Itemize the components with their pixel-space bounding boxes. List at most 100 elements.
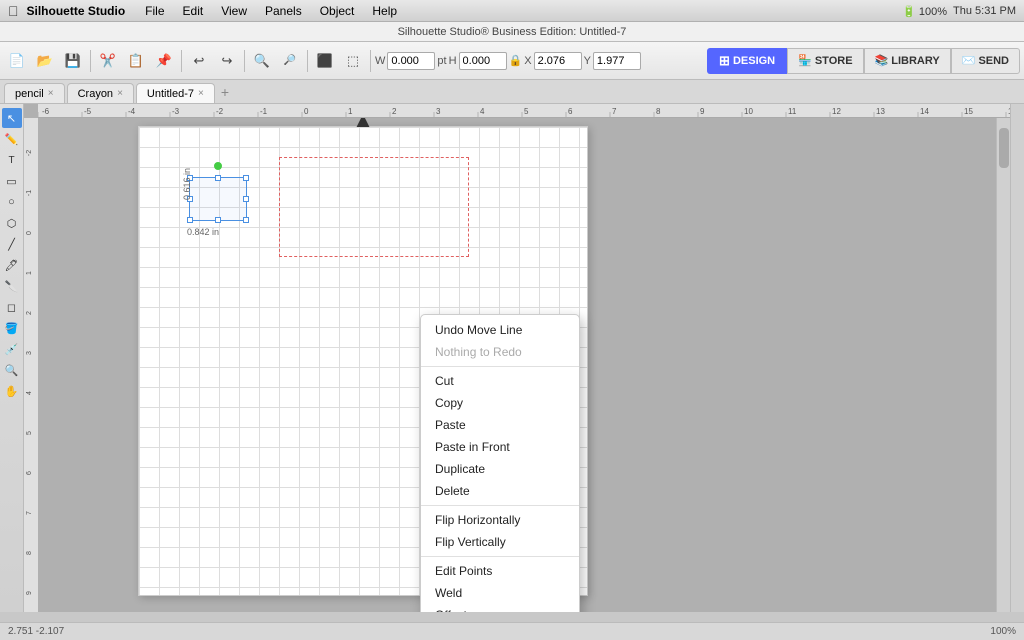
- ctx-paste-in-front[interactable]: Paste in Front: [421, 436, 579, 458]
- draw-tool[interactable]: ✏️: [2, 129, 22, 149]
- handle-bl[interactable]: [187, 217, 193, 223]
- x-input[interactable]: [534, 52, 582, 70]
- menu-view[interactable]: View: [213, 2, 255, 20]
- y-input[interactable]: [593, 52, 641, 70]
- zoom-in-btn[interactable]: 🔍: [249, 48, 275, 74]
- ellipse-tool[interactable]: ○: [2, 192, 22, 212]
- toolbox: ↖ ✏️ T ▭ ○ ⬡ ╱ 🖊 🔪 ◻ 🪣 💉 🔍 ✋: [0, 104, 24, 612]
- handle-mr[interactable]: [243, 196, 249, 202]
- menu-object[interactable]: Object: [312, 2, 363, 20]
- selected-shape[interactable]: [189, 177, 247, 221]
- tab-crayon-close[interactable]: ×: [117, 88, 123, 99]
- ruler-left: -2 -1 0 1 2 3 4 5 6 7 8 9: [24, 118, 38, 612]
- handle-bm[interactable]: [215, 217, 221, 223]
- svg-text:1: 1: [26, 271, 33, 275]
- svg-text:15: 15: [964, 107, 973, 116]
- fill-tool[interactable]: 🪣: [2, 318, 22, 338]
- svg-text:4: 4: [480, 107, 485, 116]
- ctx-offset[interactable]: Offset: [421, 604, 579, 612]
- polygon-tool[interactable]: ⬡: [2, 213, 22, 233]
- menu-edit[interactable]: Edit: [175, 2, 212, 20]
- menu-help[interactable]: Help: [364, 2, 405, 20]
- line-tool[interactable]: ╱: [2, 234, 22, 254]
- ruler-top: -6 -5 -4 -3 -2 -1 0 1 2: [38, 104, 1010, 118]
- handle-tr[interactable]: [243, 175, 249, 181]
- toolbar: 📄 📂 💾 ✂️ 📋 📌 ↩ ↪ 🔍 🔎 ⬛ ⬚ W pt H 🔒 X Y ⊞ …: [0, 42, 1024, 80]
- svg-text:5: 5: [524, 107, 529, 116]
- design-button[interactable]: ⊞ DESIGN: [707, 48, 787, 74]
- send-button[interactable]: ✉️ SEND: [951, 48, 1020, 74]
- ctx-duplicate[interactable]: Duplicate: [421, 458, 579, 480]
- cut-btn[interactable]: ✂️: [95, 48, 121, 74]
- width-input[interactable]: [387, 52, 435, 70]
- ctx-flip-vertically[interactable]: Flip Vertically: [421, 531, 579, 553]
- tab-untitled7-close[interactable]: ×: [198, 88, 204, 99]
- pen-tool[interactable]: 🖊: [2, 255, 22, 275]
- scroll-thumb[interactable]: [999, 128, 1009, 168]
- ctx-flip-horizontally[interactable]: Flip Horizontally: [421, 509, 579, 531]
- svg-text:-4: -4: [128, 107, 136, 116]
- eraser-tool[interactable]: ◻: [2, 297, 22, 317]
- battery-status: 🔋 100%: [902, 5, 947, 18]
- tab-pencil[interactable]: pencil ×: [4, 83, 65, 103]
- save-btn[interactable]: 💾: [60, 48, 86, 74]
- zoom-out-btn[interactable]: 🔎: [277, 48, 303, 74]
- ctx-undo-move-line[interactable]: Undo Move Line: [421, 319, 579, 341]
- svg-text:4: 4: [26, 391, 33, 395]
- library-button[interactable]: 📚 LIBRARY: [864, 48, 951, 74]
- ctx-cut[interactable]: Cut: [421, 370, 579, 392]
- zoom-display: 100%: [990, 626, 1016, 637]
- ctx-copy[interactable]: Copy: [421, 392, 579, 414]
- tab-untitled7[interactable]: Untitled-7 ×: [136, 83, 215, 103]
- ctx-delete[interactable]: Delete: [421, 480, 579, 502]
- svg-text:-6: -6: [42, 107, 50, 116]
- paste-btn[interactable]: 📌: [151, 48, 177, 74]
- add-tab-btn[interactable]: +: [221, 84, 229, 100]
- svg-text:-1: -1: [260, 107, 268, 116]
- svg-text:14: 14: [920, 107, 929, 116]
- menu-file[interactable]: File: [137, 2, 172, 20]
- ctx-sep-2: [421, 505, 579, 506]
- group-btn[interactable]: ⬛: [312, 48, 338, 74]
- handle-tm[interactable]: [215, 175, 221, 181]
- page-arrow-icon: ▲: [352, 118, 374, 133]
- height-input[interactable]: [459, 52, 507, 70]
- redo-btn[interactable]: ↪: [214, 48, 240, 74]
- select-tool[interactable]: ↖: [2, 108, 22, 128]
- tab-pencil-close[interactable]: ×: [48, 88, 54, 99]
- ctx-nothing-to-redo: Nothing to Redo: [421, 341, 579, 363]
- h-label: H: [449, 55, 457, 67]
- align-btn[interactable]: ⬚: [340, 48, 366, 74]
- ctx-weld[interactable]: Weld: [421, 582, 579, 604]
- pan-tool[interactable]: ✋: [2, 381, 22, 401]
- store-icon: 🏪: [798, 54, 812, 67]
- context-menu: Undo Move Line Nothing to Redo Cut Copy …: [420, 314, 580, 612]
- menu-panels[interactable]: Panels: [257, 2, 310, 20]
- svg-text:3: 3: [26, 351, 33, 355]
- svg-text:-2: -2: [26, 150, 33, 156]
- svg-text:6: 6: [568, 107, 573, 116]
- shape-tool[interactable]: ▭: [2, 171, 22, 191]
- eyedropper-tool[interactable]: 💉: [2, 339, 22, 359]
- library-icon: 📚: [875, 54, 889, 67]
- tab-crayon[interactable]: Crayon ×: [67, 83, 134, 103]
- canvas-area[interactable]: -6 -5 -4 -3 -2 -1 0 1 2: [24, 104, 1010, 612]
- grid-icon: ⊞: [719, 53, 730, 69]
- copy-btn[interactable]: 📋: [123, 48, 149, 74]
- svg-text:12: 12: [832, 107, 841, 116]
- ctx-paste[interactable]: Paste: [421, 414, 579, 436]
- zoom-tool[interactable]: 🔍: [2, 360, 22, 380]
- open-btn[interactable]: 📂: [32, 48, 58, 74]
- knife-tool[interactable]: 🔪: [2, 276, 22, 296]
- text-tool[interactable]: T: [2, 150, 22, 170]
- toolbar-sep-5: [370, 50, 371, 72]
- ctx-edit-points[interactable]: Edit Points: [421, 560, 579, 582]
- w-label: W: [375, 55, 385, 67]
- new-btn[interactable]: 📄: [4, 48, 30, 74]
- svg-text:-5: -5: [84, 107, 92, 116]
- handle-br[interactable]: [243, 217, 249, 223]
- rotation-handle[interactable]: [214, 162, 222, 170]
- undo-btn[interactable]: ↩: [186, 48, 212, 74]
- svg-text:8: 8: [26, 551, 33, 555]
- store-button[interactable]: 🏪 STORE: [787, 48, 863, 74]
